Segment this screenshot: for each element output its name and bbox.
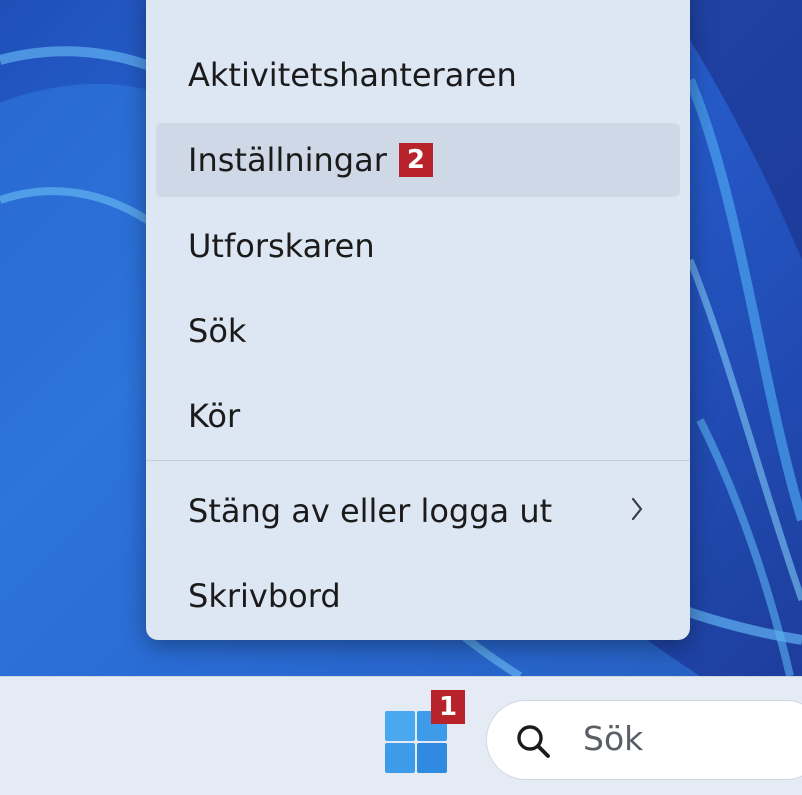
menu-item-label: Skrivbord xyxy=(188,577,341,615)
menu-item-search[interactable]: Sök xyxy=(156,294,680,368)
menu-item-label: Sök xyxy=(188,312,247,350)
search-icon xyxy=(517,725,550,758)
step-badge-2: 2 xyxy=(398,143,433,177)
search-label: Sök xyxy=(583,719,644,758)
menu-item-shutdown-signout[interactable]: Stäng av eller logga ut xyxy=(156,474,680,548)
menu-item-desktop[interactable]: Skrivbord xyxy=(156,559,680,633)
menu-item-label: Inställningar xyxy=(188,141,387,179)
start-context-menu: Aktivitetshanteraren Inställningar 2 Utf… xyxy=(146,0,690,640)
menu-item-run[interactable]: Kör xyxy=(156,379,680,453)
menu-item-label: Kör xyxy=(188,397,241,435)
menu-item-task-manager[interactable]: Aktivitetshanteraren xyxy=(156,38,680,112)
menu-item-label: Stäng av eller logga ut xyxy=(188,492,553,530)
chevron-right-icon xyxy=(631,497,643,521)
menu-divider xyxy=(146,460,690,461)
menu-item-label: Aktivitetshanteraren xyxy=(188,56,517,94)
menu-item-settings[interactable]: Inställningar 2 xyxy=(156,123,680,197)
taskbar-search-box[interactable]: Sök xyxy=(486,700,802,780)
menu-item-file-explorer[interactable]: Utforskaren xyxy=(156,209,680,283)
menu-item-label: Utforskaren xyxy=(188,227,375,265)
step-badge-1: 1 xyxy=(431,690,465,724)
